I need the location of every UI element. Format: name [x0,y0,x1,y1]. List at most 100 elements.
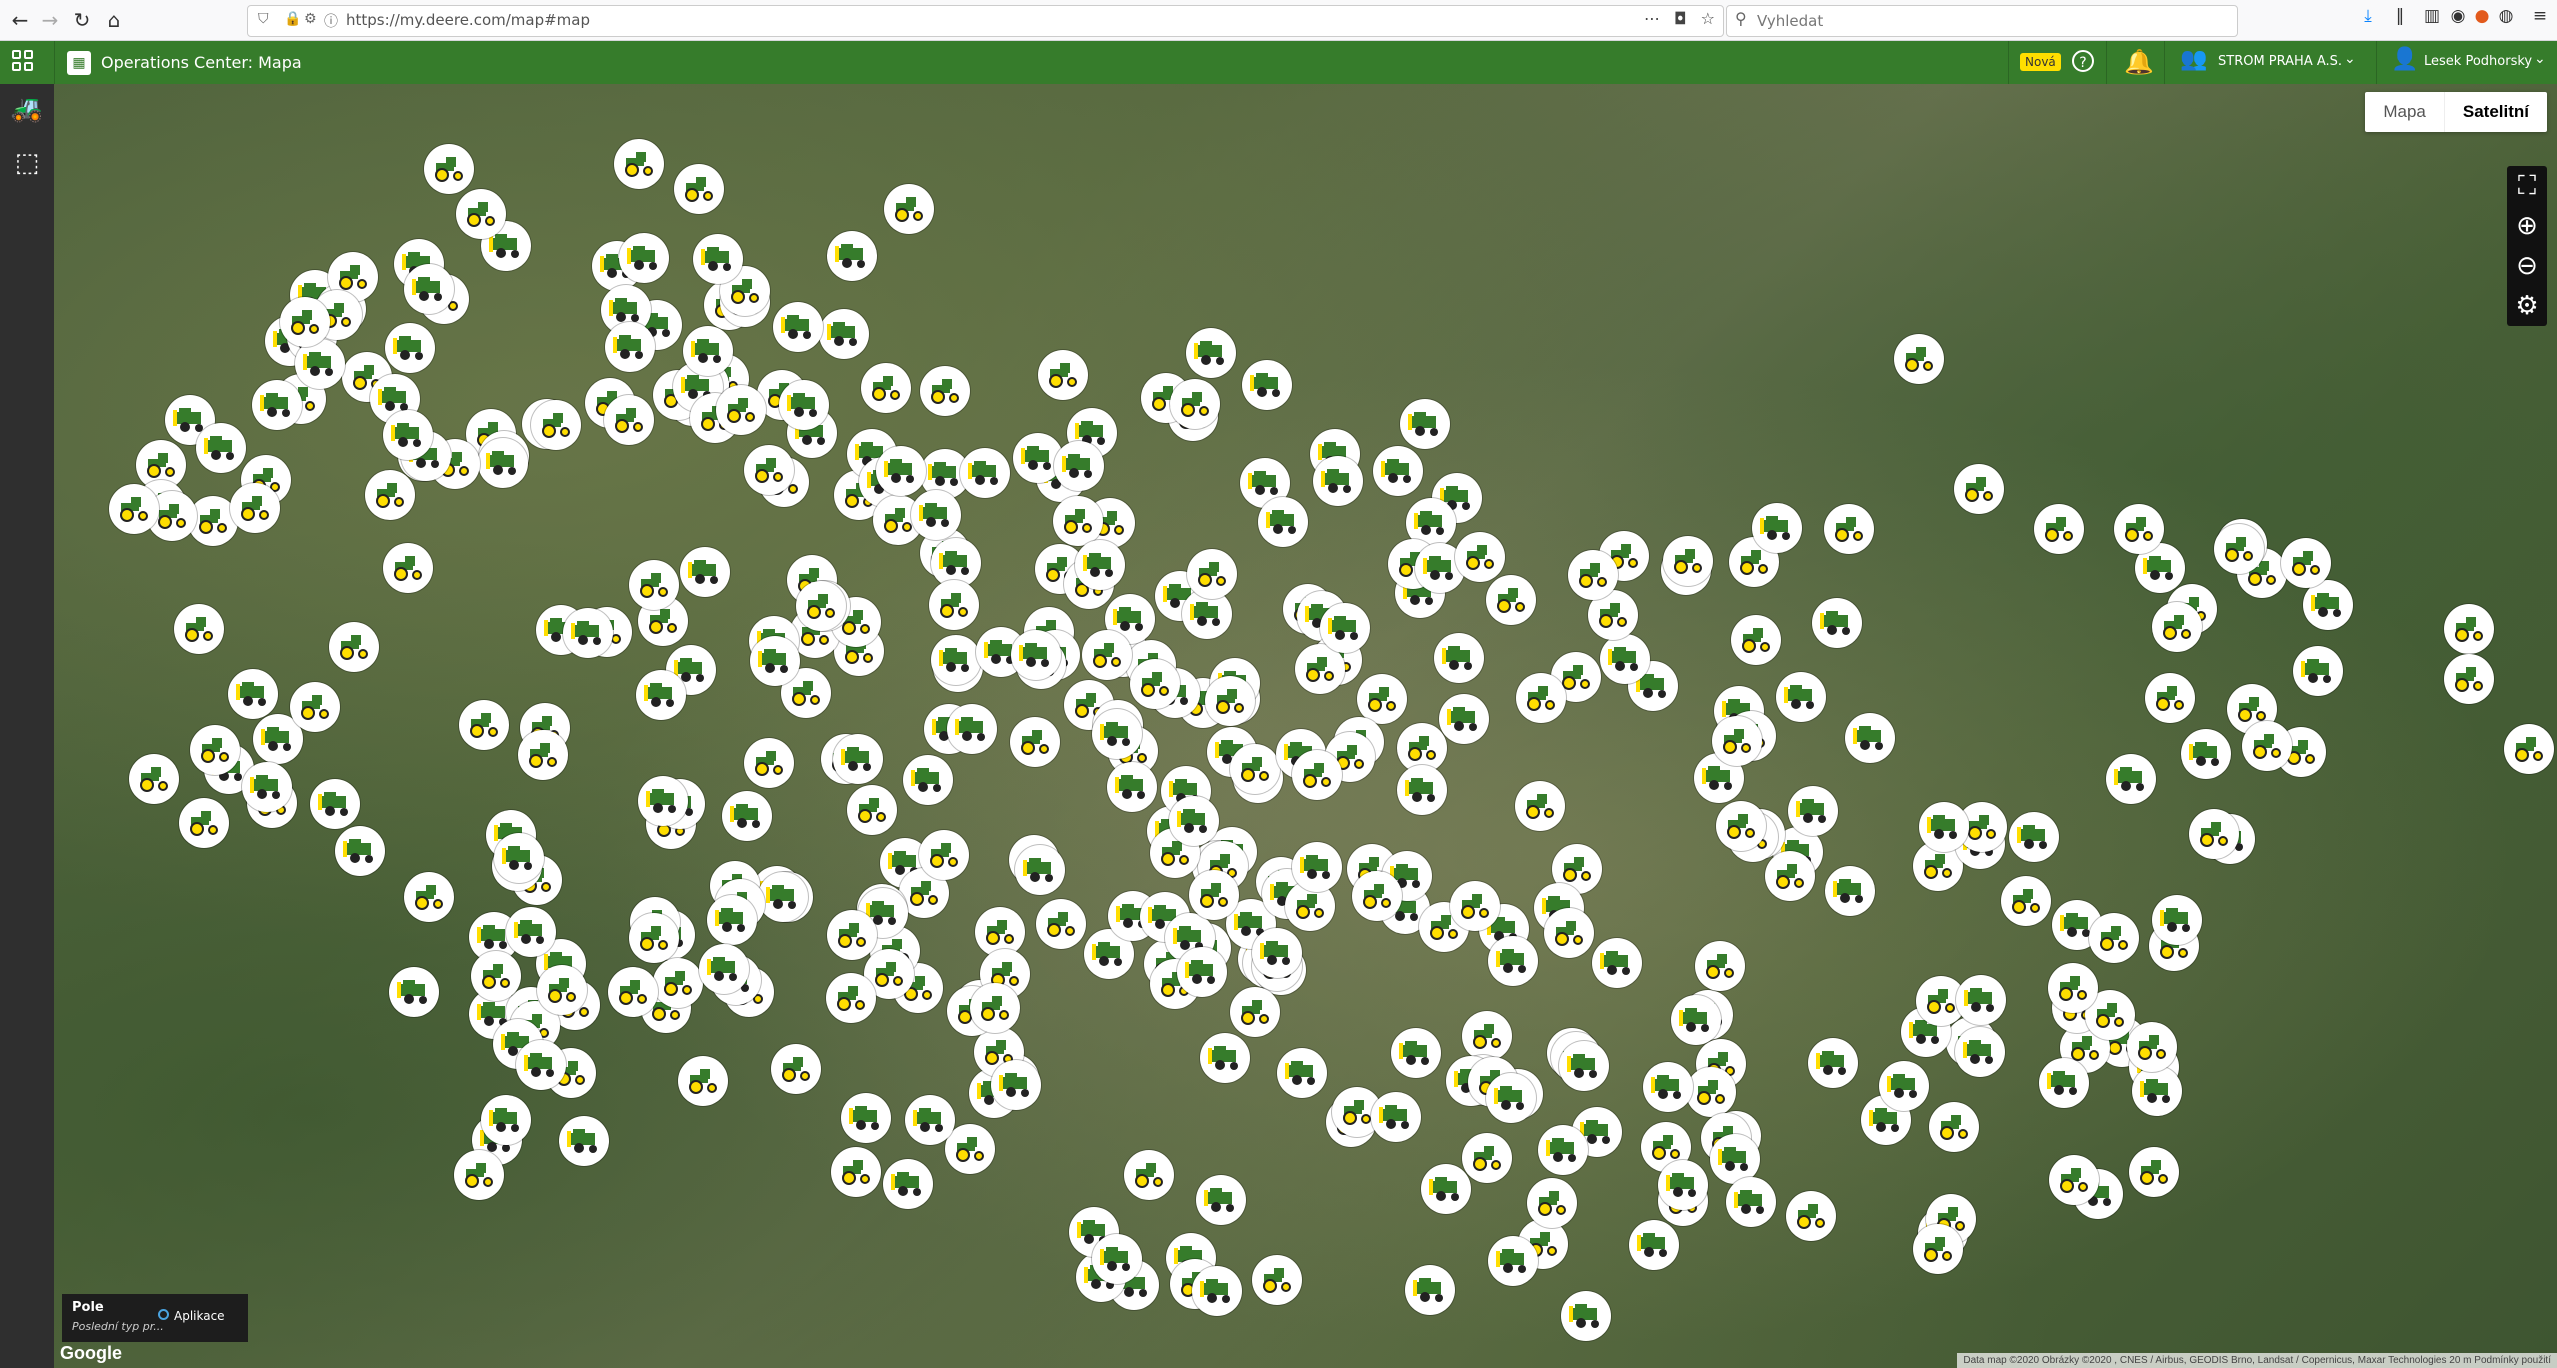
tractor-marker-icon[interactable] [744,738,794,788]
tractor-marker-icon[interactable] [744,445,794,495]
tractor-marker-icon[interactable] [1731,615,1781,665]
combine-marker-icon[interactable] [1092,709,1142,759]
combine-marker-icon[interactable] [1373,446,1423,496]
tractor-marker-icon[interactable] [1053,496,1103,546]
more-actions-icon[interactable]: ⋯ [1644,9,1660,28]
combine-marker-icon[interactable] [228,669,278,719]
combine-marker-icon[interactable] [1812,598,1862,648]
tractor-marker-icon[interactable] [1712,716,1762,766]
combine-marker-icon[interactable] [310,779,360,829]
combine-marker-icon[interactable] [1421,1164,1471,1214]
combine-marker-icon[interactable] [2039,1058,2089,1108]
tractor-marker-icon[interactable] [2145,673,2195,723]
reload-icon[interactable]: ↻ [66,4,98,36]
combine-marker-icon[interactable] [707,895,757,945]
tractor-marker-icon[interactable] [1230,987,1280,1037]
tractor-marker-icon[interactable] [2444,654,2494,704]
tractor-marker-icon[interactable] [1292,750,1342,800]
combine-marker-icon[interactable] [1400,399,1450,449]
combine-marker-icon[interactable] [2009,812,2059,862]
combine-marker-icon[interactable] [750,636,800,686]
forward-icon[interactable]: → [34,4,66,36]
tractor-marker-icon[interactable] [1189,870,1239,920]
combine-marker-icon[interactable] [1629,1220,1679,1270]
combine-marker-icon[interactable] [960,448,1010,498]
tractor-marker-icon[interactable] [929,580,979,630]
tractor-marker-icon[interactable] [1352,871,1402,921]
tractor-marker-icon[interactable] [826,973,876,1023]
tractor-marker-icon[interactable] [919,830,969,880]
tractor-marker-icon[interactable] [404,872,454,922]
tractor-marker-icon[interactable] [190,725,240,775]
combine-marker-icon[interactable] [1258,497,1308,547]
tractor-marker-icon[interactable] [1663,536,1713,586]
tractor-marker-icon[interactable] [1686,1067,1736,1117]
combine-marker-icon[interactable] [680,547,730,597]
tractor-marker-icon[interactable] [179,798,229,848]
tractor-marker-icon[interactable] [2114,504,2164,554]
settings-gear-icon[interactable]: ⚙ [2507,286,2547,326]
combine-marker-icon[interactable] [563,608,613,658]
combine-marker-icon[interactable] [1561,1291,1611,1341]
zoom-out-icon[interactable]: ⊖ [2507,246,2547,286]
tractor-marker-icon[interactable] [2281,538,2331,588]
tractor-marker-icon[interactable] [1527,1178,1577,1228]
download-icon[interactable]: ⤓ [2356,6,2380,26]
combine-marker-icon[interactable] [494,833,544,883]
apps-grid-icon[interactable] [12,50,36,74]
url-bar[interactable]: ⛉ 🔒 ⚙ ⓘ https://my.deere.com/map#map ⋯ ◘… [247,5,1724,37]
combine-marker-icon[interactable] [699,944,749,994]
legend-radio[interactable] [158,1309,169,1320]
combine-marker-icon[interactable] [1292,842,1342,892]
combine-marker-icon[interactable] [991,1060,1041,1110]
combine-marker-icon[interactable] [1277,1048,1327,1098]
extension-icon[interactable]: ◉ [2446,6,2470,26]
tractor-marker-icon[interactable] [796,581,846,631]
combine-marker-icon[interactable] [1192,1266,1242,1316]
combine-marker-icon[interactable] [876,446,926,496]
tractor-marker-icon[interactable] [1516,673,1566,723]
tractor-marker-icon[interactable] [1544,908,1594,958]
tractor-marker-icon[interactable] [2504,724,2554,774]
tractor-marker-icon[interactable] [456,189,506,239]
combine-marker-icon[interactable] [559,1116,609,1166]
back-icon[interactable]: ← [4,4,36,36]
tractor-marker-icon[interactable] [2214,524,2264,574]
tractor-marker-icon[interactable] [383,543,433,593]
tractor-marker-icon[interactable] [831,1147,881,1197]
combine-marker-icon[interactable] [478,438,528,488]
fullscreen-icon[interactable]: ⛶ [2507,166,2547,206]
combine-marker-icon[interactable] [1169,796,1219,846]
combine-marker-icon[interactable] [1011,630,1061,680]
tractor-marker-icon[interactable] [230,483,280,533]
combine-marker-icon[interactable] [773,302,823,352]
tractor-marker-icon[interactable] [614,139,664,189]
combine-marker-icon[interactable] [1242,360,1292,410]
combine-marker-icon[interactable] [1486,1073,1536,1123]
combine-marker-icon[interactable] [1177,947,1227,997]
tractor-marker-icon[interactable] [678,1056,728,1106]
combine-marker-icon[interactable] [389,967,439,1017]
combine-marker-icon[interactable] [1391,1028,1441,1078]
tractor-marker-icon[interactable] [2189,809,2239,859]
tractor-marker-icon[interactable] [1205,676,1255,726]
combine-marker-icon[interactable] [1845,713,1895,763]
combine-marker-icon[interactable] [1075,540,1125,590]
tractor-marker-icon[interactable] [471,951,521,1001]
combine-marker-icon[interactable] [1054,441,1104,491]
tractor-marker-icon[interactable] [1170,379,1220,429]
combine-marker-icon[interactable] [1752,503,1802,553]
combine-marker-icon[interactable] [1196,1175,1246,1225]
combine-marker-icon[interactable] [1434,633,1484,683]
combine-marker-icon[interactable] [1313,456,1363,506]
tractor-marker-icon[interactable] [629,913,679,963]
tractor-marker-icon[interactable] [1130,659,1180,709]
combine-marker-icon[interactable] [883,1159,933,1209]
tractor-marker-icon[interactable] [1716,801,1766,851]
tractor-marker-icon[interactable] [2048,963,2098,1013]
combine-marker-icon[interactable] [2132,1066,2182,1116]
tractor-marker-icon[interactable] [2089,913,2139,963]
tractor-marker-icon[interactable] [424,144,474,194]
combine-marker-icon[interactable] [931,635,981,685]
combine-marker-icon[interactable] [911,490,961,540]
